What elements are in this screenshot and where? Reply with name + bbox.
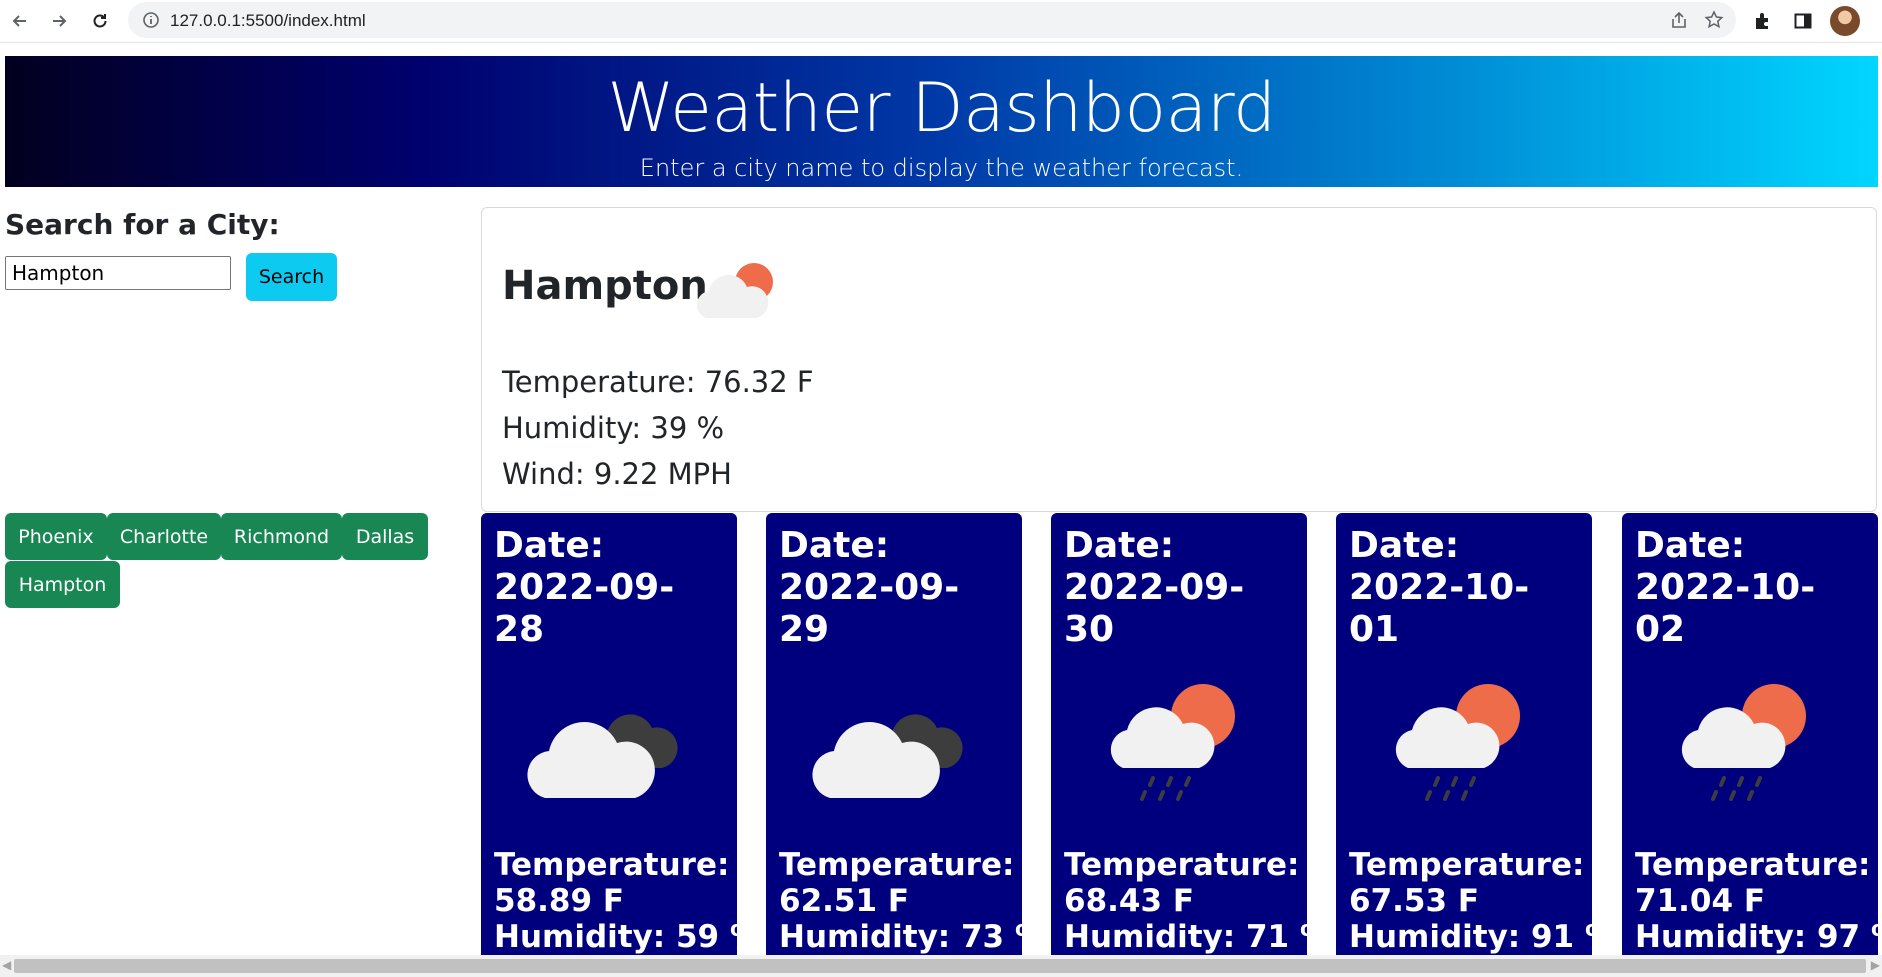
forecast-temperature: Temperature: 71.04 F xyxy=(1635,847,1871,919)
search-button[interactable]: Search xyxy=(246,253,337,301)
broken-clouds-icon xyxy=(812,714,963,798)
share-icon[interactable] xyxy=(1670,11,1688,33)
page-title: Weather Dashboard xyxy=(607,69,1276,148)
forecast-humidity: Humidity: 59 % xyxy=(494,919,737,955)
forecast-temperature: Temperature: 62.51 F xyxy=(779,847,1015,919)
forecast-humidity: Humidity: 91 % xyxy=(1349,919,1592,955)
scroll-left-icon[interactable]: ◀ xyxy=(2,958,11,972)
forecast-date: Date: 2022-09-29 xyxy=(779,525,960,650)
url-text: 127.0.0.1:5500/index.html xyxy=(170,11,366,30)
horizontal-scrollbar[interactable]: ◀ ▶ xyxy=(0,955,1882,977)
page-header: Weather Dashboard Enter a city name to d… xyxy=(5,56,1878,187)
forecast-date: Date: 2022-10-02 xyxy=(1635,525,1816,650)
side-panel-icon[interactable] xyxy=(1790,8,1816,34)
scroll-right-icon[interactable]: ▶ xyxy=(1871,958,1880,972)
forecast-date: Date: 2022-10-01 xyxy=(1349,525,1530,650)
search-title: Search for a City: xyxy=(5,208,280,241)
forecast-card: Date: 2022-09-30 Temperature: 68.43 F Hu… xyxy=(1051,513,1307,963)
current-humidity: Humidity: 39 % xyxy=(502,411,725,445)
forecast-card: Date: 2022-09-29 Temperature: 62.51 F Hu… xyxy=(766,513,1022,963)
current-weather-card: Hampton Temperature: 76.32 F Humidity: 3… xyxy=(481,207,1877,512)
profile-avatar[interactable] xyxy=(1830,6,1860,36)
site-info-icon[interactable] xyxy=(142,11,160,33)
rain-sun-icon xyxy=(1395,684,1520,801)
history-button-dallas[interactable]: Dallas xyxy=(342,513,428,560)
history-button-charlotte[interactable]: Charlotte xyxy=(107,513,221,560)
current-temperature: Temperature: 76.32 F xyxy=(502,365,814,399)
bookmark-star-icon[interactable] xyxy=(1704,10,1724,34)
history-button-richmond[interactable]: Richmond xyxy=(221,513,342,560)
broken-clouds-icon xyxy=(527,714,678,798)
city-search-input[interactable] xyxy=(5,256,231,290)
history-button-hampton[interactable]: Hampton xyxy=(5,561,120,608)
current-wind: Wind: 9.22 MPH xyxy=(502,457,732,491)
back-icon[interactable] xyxy=(6,7,34,35)
scrollbar-thumb[interactable] xyxy=(14,959,1866,973)
forecast-humidity: Humidity: 73 % xyxy=(779,919,1022,955)
address-bar[interactable]: 127.0.0.1:5500/index.html xyxy=(128,2,1736,38)
forecast-temperature: Temperature: 67.53 F xyxy=(1349,847,1585,919)
forecast-temperature: Temperature: 68.43 F xyxy=(1064,847,1300,919)
forecast-date: Date: 2022-09-28 xyxy=(494,525,675,650)
current-city-name: Hampton xyxy=(502,263,708,309)
forecast-card: Date: 2022-09-28 Temperature: 58.89 F Hu… xyxy=(481,513,737,963)
rain-sun-icon xyxy=(1681,684,1806,801)
history-button-phoenix[interactable]: Phoenix xyxy=(5,513,107,560)
extensions-icon[interactable] xyxy=(1750,8,1776,34)
browser-toolbar: 127.0.0.1:5500/index.html xyxy=(0,0,1882,43)
reload-icon[interactable] xyxy=(86,7,114,35)
forecast-card: Date: 2022-10-01 Temperature: 67.53 F Hu… xyxy=(1336,513,1592,963)
forecast-humidity: Humidity: 71 % xyxy=(1064,919,1307,955)
rain-sun-icon xyxy=(1110,684,1235,801)
forecast-humidity: Humidity: 97 % xyxy=(1635,919,1878,955)
forecast-date: Date: 2022-09-30 xyxy=(1064,525,1245,650)
page-subtitle: Enter a city name to display the weather… xyxy=(639,154,1244,182)
forward-icon[interactable] xyxy=(45,7,73,35)
forecast-temperature: Temperature: 58.89 F xyxy=(494,847,730,919)
forecast-card: Date: 2022-10-02 Temperature: 71.04 F Hu… xyxy=(1622,513,1878,963)
partly-cloudy-icon xyxy=(696,263,773,318)
